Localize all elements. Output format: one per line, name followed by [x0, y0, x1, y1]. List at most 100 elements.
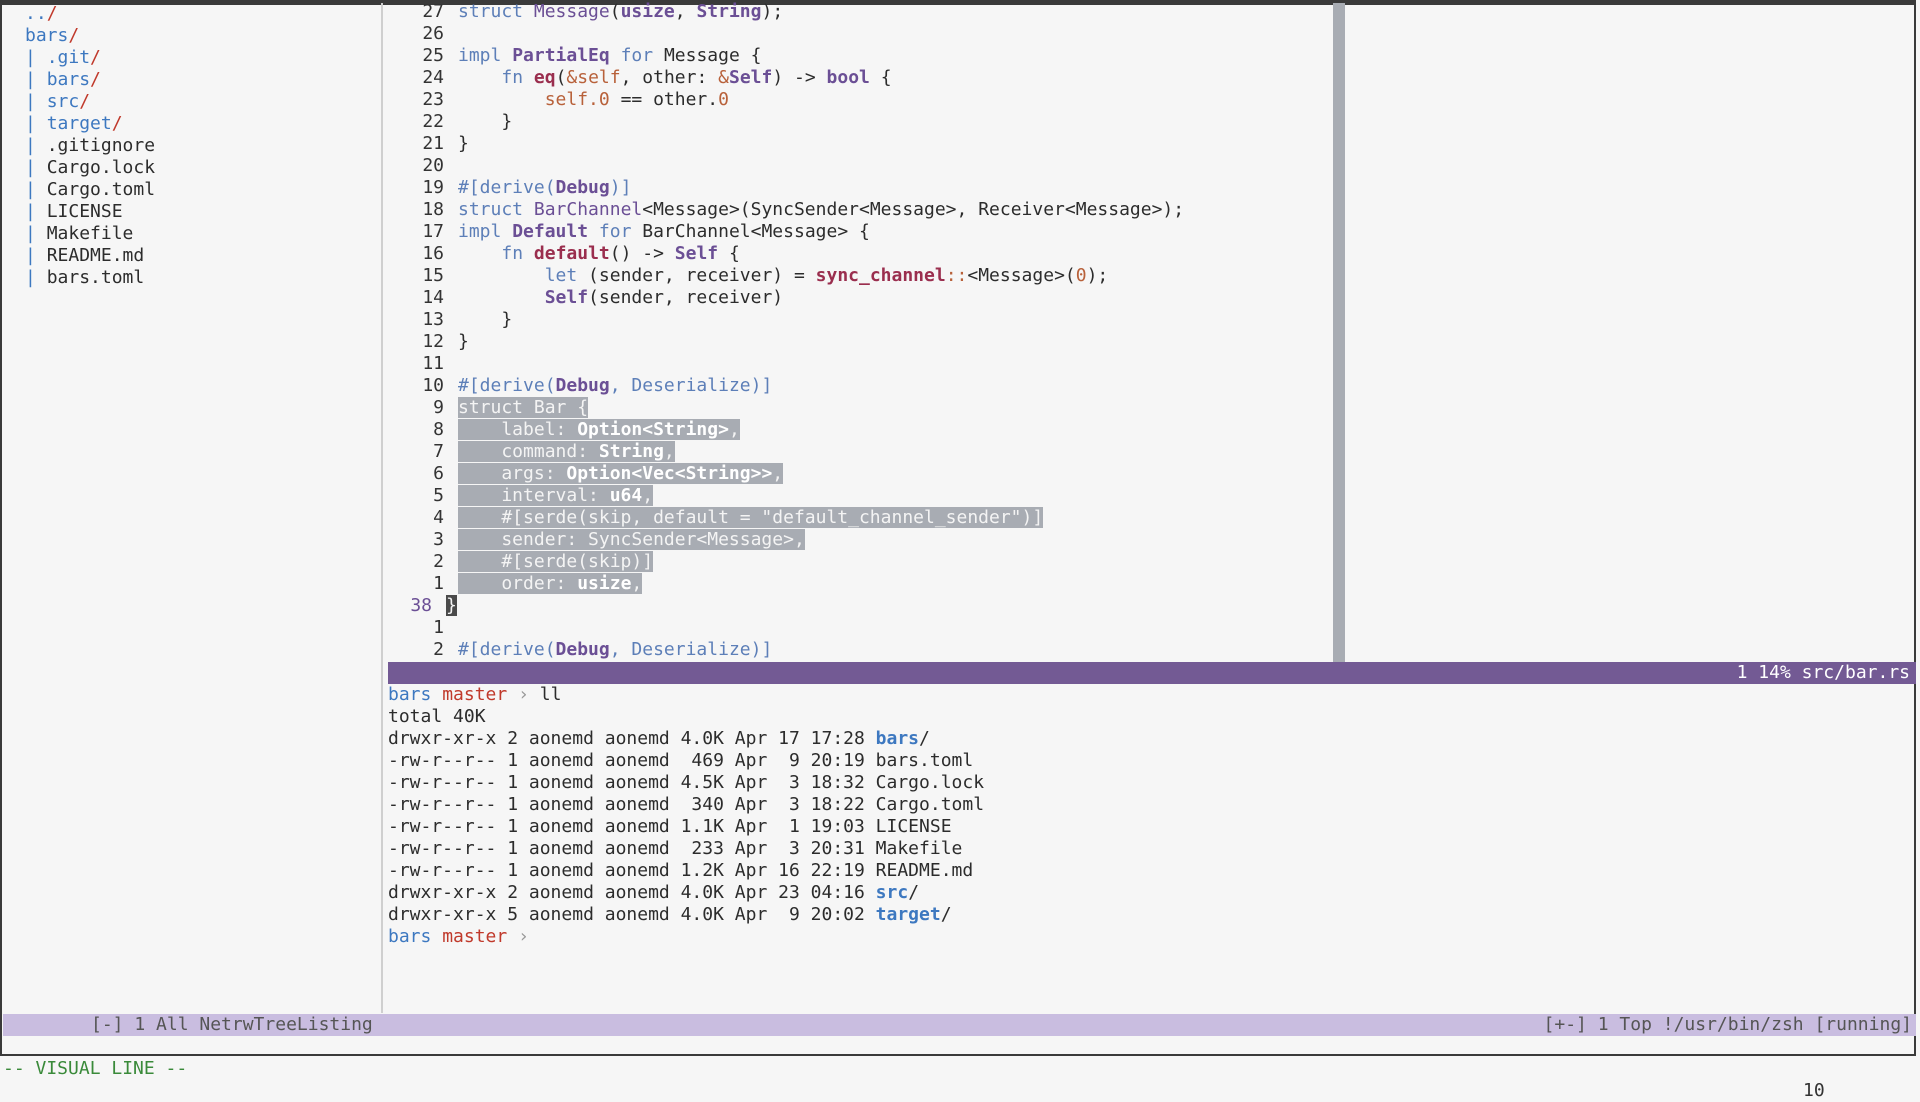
tree-item[interactable]: | LICENSE [3, 201, 381, 223]
tree-guide: | [25, 47, 47, 68]
tree-item[interactable]: | .gitignore [3, 135, 381, 157]
tree-guide: | [25, 201, 47, 222]
ls-row: -rw-r--r-- 1 aonemd aonemd 469 Apr 9 20:… [388, 750, 1916, 772]
code-line[interactable]: 9 struct Bar { [388, 397, 1332, 419]
code-line[interactable]: 4 #[serde(skip, default = "default_chann… [388, 507, 1332, 529]
tree-guide: | [25, 223, 47, 244]
code-text: } [446, 595, 457, 616]
code-text: } [458, 133, 469, 154]
code-line[interactable]: 2 #[serde(skip)] [388, 551, 1332, 573]
command-line[interactable]: -- VISUAL LINE -- 10 [3, 1036, 1916, 1101]
tree-item[interactable]: | Cargo.toml [3, 179, 381, 201]
code-line[interactable]: 1 order: usize, [388, 573, 1332, 595]
tree-item[interactable]: | bars.toml [3, 267, 381, 289]
ls-meta: -rw-r--r-- 1 aonemd aonemd 1.2K Apr 16 2… [388, 860, 876, 881]
tree-item[interactable]: | src/ [3, 91, 381, 113]
code-line[interactable]: 13 } [388, 309, 1332, 331]
line-number: 16 [422, 243, 444, 264]
shell-prompt[interactable]: bars master › [388, 926, 1916, 948]
code-line[interactable]: 11 [388, 353, 1332, 375]
ls-meta: drwxr-xr-x 2 aonemd aonemd 4.0K Apr 23 0… [388, 882, 876, 903]
code-line[interactable]: 26 [388, 23, 1332, 45]
line-number: 3 [433, 529, 444, 550]
ls-row: drwxr-xr-x 5 aonemd aonemd 4.0K Apr 9 20… [388, 904, 952, 925]
tree-file-name: .gitignore [46, 135, 156, 156]
tree-item[interactable]: | target/ [3, 113, 381, 135]
editor-pane[interactable]: 27 struct Message(usize, String); 26 25 impl… [388, 1, 1332, 661]
code-text: fn eq(&self, other: &Self) -> bool { [501, 67, 892, 88]
code-line[interactable]: 23 self.0 == other.0 [388, 89, 1332, 111]
code-text: interval: u64, [458, 485, 654, 506]
tree-item[interactable]: bars/ [3, 25, 381, 47]
code-text: #[serde(skip, default = "default_channel… [458, 507, 1044, 528]
line-number: 15 [422, 265, 444, 286]
ls-meta: -rw-r--r-- 1 aonemd aonemd 340 Apr 3 18:… [388, 794, 876, 815]
code-line[interactable]: 22 } [388, 111, 1332, 133]
code-line[interactable]: 25 impl PartialEq for Message { [388, 45, 1332, 67]
tree-item[interactable]: | Cargo.lock [3, 157, 381, 179]
line-number: 4 [433, 507, 444, 528]
code-line[interactable]: 15 let (sender, receiver) = sync_channel… [388, 265, 1332, 287]
vertical-split-divider[interactable] [381, 3, 383, 1013]
tree-item[interactable]: | Makefile [3, 223, 381, 245]
code-line[interactable]: 17 impl Default for BarChannel<Message> { [388, 221, 1332, 243]
code-line[interactable]: 7 command: String, [388, 441, 1332, 463]
ls-name: Makefile [875, 838, 963, 859]
ls-row: -rw-r--r-- 1 aonemd aonemd 1.1K Apr 1 19… [388, 816, 1916, 838]
tree-dir-name: target/ [46, 113, 123, 134]
code-text: label: Option<String>, [458, 419, 740, 440]
code-line[interactable]: 12} [388, 331, 1332, 353]
code-line[interactable]: 5 interval: u64, [388, 485, 1332, 507]
code-text: } [458, 309, 513, 330]
shell-prompt[interactable]: bars master › ll [388, 684, 1916, 706]
code-line[interactable]: 20 [388, 155, 1332, 177]
tree-file-name: Makefile [46, 223, 134, 244]
code-line[interactable]: 2 #[derive(Debug, Deserialize)] [388, 639, 1332, 661]
line-number: 22 [422, 111, 444, 132]
code-text: sender: SyncSender<Message>, [458, 529, 805, 550]
tree-file-name: bars.toml [46, 267, 145, 288]
code-text: fn default() -> Self { [501, 243, 740, 264]
line-number: 7 [433, 441, 444, 462]
code-text: order: usize, [458, 573, 643, 594]
code-line[interactable]: 1 [388, 617, 1332, 639]
line-number: 17 [422, 221, 444, 242]
netrw-tree-pane[interactable]: ../bars/| .git/| bars/| src/| target/| .… [3, 3, 381, 1013]
ls-row: -rw-r--r-- 1 aonemd aonemd 233 Apr 3 20:… [388, 838, 1916, 860]
code-line[interactable]: 16 fn default() -> Self { [388, 243, 1332, 265]
code-line[interactable]: 18 struct BarChannel<Message>(SyncSender<… [388, 199, 1332, 221]
line-number: 14 [422, 287, 444, 308]
line-number: 38 [410, 595, 432, 616]
line-number: 2 [433, 551, 444, 572]
tree-item[interactable]: | README.md [3, 245, 381, 267]
code-text: self.0 == other.0 [544, 89, 729, 110]
tree-item[interactable]: | .git/ [3, 47, 381, 69]
code-line[interactable]: 6 args: Option<Vec<String>>, [388, 463, 1332, 485]
code-line[interactable]: 27 struct Message(usize, String); [388, 1, 1332, 23]
line-number: 27 [422, 1, 444, 22]
terminal-pane[interactable]: bars master › ll total 40K drwxr-xr-x 2 ao… [388, 684, 1916, 1014]
line-number: 13 [422, 309, 444, 330]
code-line[interactable]: 10 #[derive(Debug, Deserialize)] [388, 375, 1332, 397]
tree-guide: | [25, 91, 47, 112]
tree-guide: | [25, 69, 47, 90]
code-line[interactable]: 24 fn eq(&self, other: &Self) -> bool { [388, 67, 1332, 89]
code-line[interactable]: 3 sender: SyncSender<Message>, [388, 529, 1332, 551]
code-line[interactable]: 21} [388, 133, 1332, 155]
tree-item[interactable]: | bars/ [3, 69, 381, 91]
prompt-arrow-icon: › [518, 926, 529, 947]
editor-status-line: 1 14% src/bar.rs [388, 662, 1916, 684]
ls-row: -rw-r--r-- 1 aonemd aonemd 4.5K Apr 3 18… [388, 772, 1916, 794]
code-line[interactable]: 38} [388, 595, 1332, 617]
code-text: struct Message(usize, String); [458, 1, 784, 22]
ls-meta: -rw-r--r-- 1 aonemd aonemd 4.5K Apr 3 18… [388, 772, 876, 793]
line-number: 11 [422, 353, 444, 374]
ls-total: total 40K [388, 706, 486, 727]
ls-row: -rw-r--r-- 1 aonemd aonemd 1.2K Apr 16 2… [388, 860, 1916, 882]
code-line[interactable]: 19 #[derive(Debug)] [388, 177, 1332, 199]
code-line[interactable]: 14 Self(sender, receiver) [388, 287, 1332, 309]
tree-guide: | [25, 157, 47, 178]
tree-item[interactable]: ../ [3, 3, 381, 25]
code-line[interactable]: 8 label: Option<String>, [388, 419, 1332, 441]
